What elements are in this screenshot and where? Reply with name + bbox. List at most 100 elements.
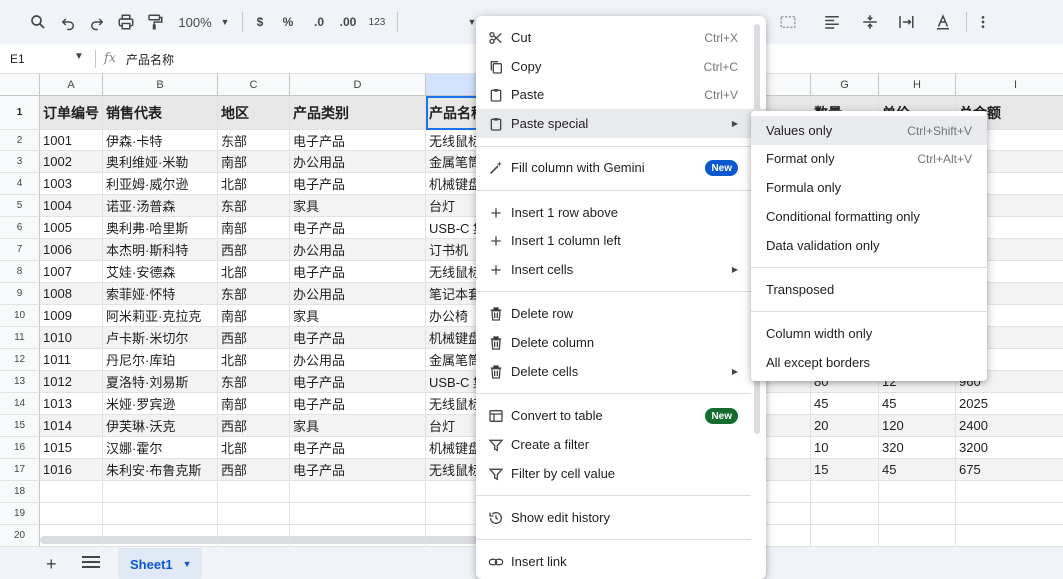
table-cell[interactable]: 1012	[40, 371, 103, 393]
row-header[interactable]: 8	[0, 261, 40, 283]
table-cell[interactable]: 675	[956, 459, 1063, 481]
search-menus-icon[interactable]	[28, 10, 48, 34]
table-cell[interactable]: 3200	[956, 437, 1063, 459]
submenu-item-formula-only[interactable]: Formula only	[751, 173, 987, 202]
table-cell[interactable]: 北部	[218, 437, 290, 459]
table-cell[interactable]: 电子产品	[290, 173, 426, 195]
table-cell[interactable]: 南部	[218, 151, 290, 173]
table-cell[interactable]	[956, 503, 1063, 525]
row-header[interactable]: 3	[0, 151, 40, 173]
undo-icon[interactable]	[58, 10, 78, 34]
table-cell[interactable]: 奥利弗·哈里斯	[103, 217, 218, 239]
menu-item-paste-special[interactable]: Paste special ▶	[476, 109, 766, 138]
table-cell[interactable]: 伊芙琳·沃克	[103, 415, 218, 437]
chevron-down-icon[interactable]: ▼	[74, 51, 84, 62]
more-options-icon[interactable]	[975, 10, 991, 34]
add-sheet-icon[interactable]: +	[46, 554, 57, 575]
table-cell[interactable]: 电子产品	[290, 130, 426, 151]
table-cell[interactable]	[218, 525, 290, 546]
table-cell[interactable]: 家具	[290, 305, 426, 327]
table-cell[interactable]: 办公用品	[290, 283, 426, 305]
table-cell[interactable]: 120	[879, 415, 956, 437]
table-cell[interactable]: 伊森·卡特	[103, 130, 218, 151]
row-header[interactable]: 20	[0, 525, 40, 546]
row-header[interactable]: 11	[0, 327, 40, 349]
chevron-down-icon[interactable]: ▼	[219, 10, 231, 34]
table-cell[interactable]: 办公用品	[290, 349, 426, 371]
header-cell[interactable]: 产品类别	[290, 96, 426, 130]
table-cell[interactable]	[811, 525, 879, 546]
table-cell[interactable]: 东部	[218, 371, 290, 393]
table-cell[interactable]: 1015	[40, 437, 103, 459]
table-cell[interactable]: 1005	[40, 217, 103, 239]
menu-item-cut[interactable]: Cut Ctrl+X	[476, 23, 766, 52]
menu-item-delete-column[interactable]: Delete column	[476, 328, 766, 357]
table-cell[interactable]	[956, 525, 1063, 546]
more-formats-button[interactable]: 123	[366, 10, 388, 34]
table-cell[interactable]	[40, 481, 103, 503]
menu-item-edit-history[interactable]: Show edit history	[476, 503, 766, 532]
table-cell[interactable]: 10	[811, 437, 879, 459]
text-wrap-icon[interactable]	[892, 10, 920, 34]
table-cell[interactable]	[218, 481, 290, 503]
select-all-corner[interactable]	[0, 74, 40, 96]
table-cell[interactable]: 米娅·罗宾逊	[103, 393, 218, 415]
table-cell[interactable]	[290, 503, 426, 525]
chevron-down-icon[interactable]: ▼	[183, 559, 192, 569]
menu-item-insert-cells[interactable]: Insert cells ▶	[476, 255, 766, 284]
row-header[interactable]: 1	[0, 96, 40, 130]
row-header[interactable]: 7	[0, 239, 40, 261]
row-header[interactable]: 14	[0, 393, 40, 415]
percent-format-button[interactable]: %	[280, 10, 296, 34]
menu-item-delete-cells[interactable]: Delete cells ▶	[476, 357, 766, 386]
table-cell[interactable]	[811, 481, 879, 503]
table-cell[interactable]: 1002	[40, 151, 103, 173]
header-cell[interactable]: 订单编号	[40, 96, 103, 130]
table-cell[interactable]: 南部	[218, 393, 290, 415]
column-header-g[interactable]: G	[811, 74, 879, 96]
row-header[interactable]: 2	[0, 130, 40, 151]
sheet-tab-sheet1[interactable]: Sheet1 ▼	[118, 548, 202, 579]
row-header[interactable]: 9	[0, 283, 40, 305]
submenu-item-column-width-only[interactable]: Column width only	[751, 319, 987, 348]
menu-item-fill-gemini[interactable]: Fill column with Gemini New	[476, 153, 766, 182]
formula-input[interactable]: 产品名称	[126, 51, 174, 68]
table-cell[interactable]: 北部	[218, 173, 290, 195]
paint-format-icon[interactable]	[145, 10, 165, 34]
row-header[interactable]: 15	[0, 415, 40, 437]
header-cell[interactable]: 地区	[218, 96, 290, 130]
menu-item-convert-table[interactable]: Convert to table New	[476, 401, 766, 430]
table-cell[interactable]: 1001	[40, 130, 103, 151]
table-cell[interactable]	[103, 503, 218, 525]
table-cell[interactable]: 45	[811, 393, 879, 415]
table-cell[interactable]: 电子产品	[290, 217, 426, 239]
table-cell[interactable]: 东部	[218, 283, 290, 305]
table-cell[interactable]	[103, 525, 218, 546]
table-cell[interactable]: 办公用品	[290, 239, 426, 261]
table-cell[interactable]: 东部	[218, 130, 290, 151]
table-cell[interactable]: 45	[879, 393, 956, 415]
table-cell[interactable]: 北部	[218, 349, 290, 371]
table-cell[interactable]: 2025	[956, 393, 1063, 415]
table-cell[interactable]: 阿米莉亚·克拉克	[103, 305, 218, 327]
table-cell[interactable]: 1013	[40, 393, 103, 415]
table-cell[interactable]	[879, 481, 956, 503]
table-cell[interactable]: 汉娜·霍尔	[103, 437, 218, 459]
currency-format-button[interactable]: $	[252, 10, 268, 34]
row-header[interactable]: 12	[0, 349, 40, 371]
table-cell[interactable]: 艾娃·安德森	[103, 261, 218, 283]
table-cell[interactable]: 20	[811, 415, 879, 437]
table-cell[interactable]: 电子产品	[290, 261, 426, 283]
table-cell[interactable]: 1008	[40, 283, 103, 305]
submenu-item-data-validation-only[interactable]: Data validation only	[751, 231, 987, 260]
submenu-item-all-except-borders[interactable]: All except borders	[751, 348, 987, 377]
table-cell[interactable]: 诺亚·汤普森	[103, 195, 218, 217]
table-cell[interactable]: 索菲娅·怀特	[103, 283, 218, 305]
table-cell[interactable]: 1014	[40, 415, 103, 437]
submenu-item-values-only[interactable]: Values only Ctrl+Shift+V	[751, 116, 987, 145]
menu-item-filter-by-value[interactable]: Filter by cell value	[476, 459, 766, 488]
row-header[interactable]: 18	[0, 481, 40, 503]
decrease-decimal-button[interactable]: .0	[308, 10, 330, 34]
zoom-select[interactable]: 100%	[176, 10, 214, 34]
menu-item-copy[interactable]: Copy Ctrl+C	[476, 52, 766, 81]
